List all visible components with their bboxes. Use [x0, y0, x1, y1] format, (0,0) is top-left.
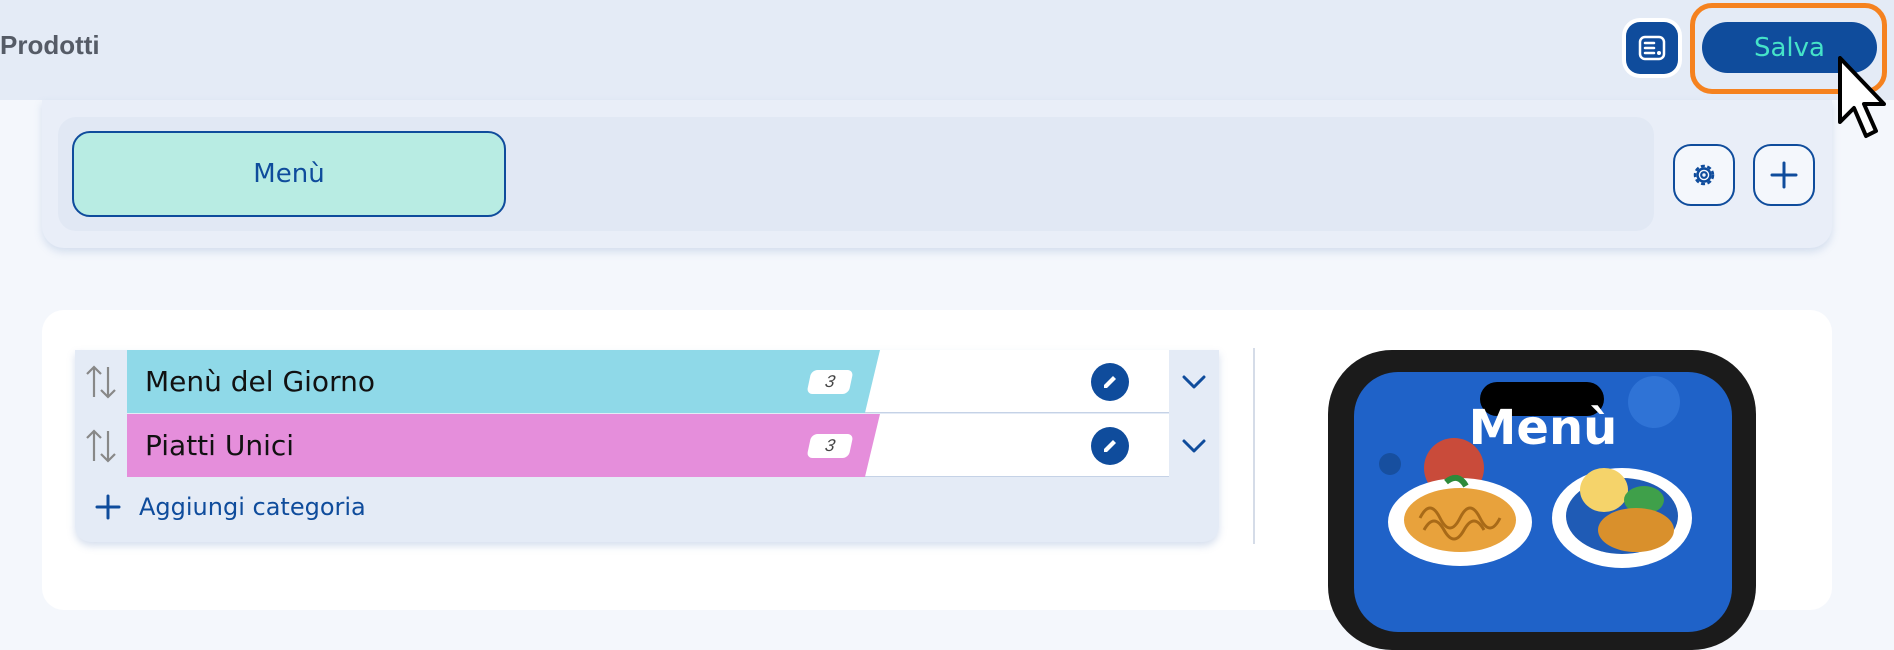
category-count-badge: 3 [806, 434, 854, 458]
pencil-icon [1104, 440, 1116, 452]
category-name: Piatti Unici [145, 429, 295, 462]
list-settings-button[interactable] [1626, 22, 1678, 74]
add-menu-button[interactable] [1753, 144, 1815, 206]
menu-settings-button[interactable] [1673, 144, 1735, 206]
add-category-button[interactable]: Aggiungi categoria [95, 493, 366, 521]
chevron-down-icon [1182, 375, 1206, 388]
sort-handle[interactable] [75, 350, 127, 413]
divider [1253, 348, 1255, 544]
edit-category-button[interactable] [1091, 363, 1129, 401]
preview-title: Menù [1468, 400, 1618, 456]
sort-handle[interactable] [75, 414, 127, 477]
category-row[interactable]: Piatti Unici 3 [75, 414, 1219, 477]
add-category-label: Aggiungi categoria [139, 493, 366, 521]
plus-icon [95, 494, 121, 520]
sort-arrows-icon [86, 428, 116, 463]
top-bar [0, 0, 1894, 100]
list-settings-icon [1638, 35, 1666, 61]
page-title: Prodotti [0, 30, 100, 60]
menu-tab[interactable]: Menù [72, 131, 506, 217]
category-count-badge: 3 [806, 370, 854, 394]
plus-icon [1770, 161, 1798, 189]
pencil-icon [1104, 376, 1116, 388]
gear-icon [1693, 164, 1715, 186]
mouse-cursor-icon [1838, 56, 1886, 138]
category-row[interactable]: Menù del Giorno 3 [75, 350, 1219, 413]
chevron-down-icon [1182, 439, 1206, 452]
sort-arrows-icon [86, 364, 116, 399]
expand-category-button[interactable] [1169, 414, 1219, 477]
edit-category-button[interactable] [1091, 427, 1129, 465]
expand-category-button[interactable] [1169, 350, 1219, 413]
category-name: Menù del Giorno [145, 365, 375, 398]
